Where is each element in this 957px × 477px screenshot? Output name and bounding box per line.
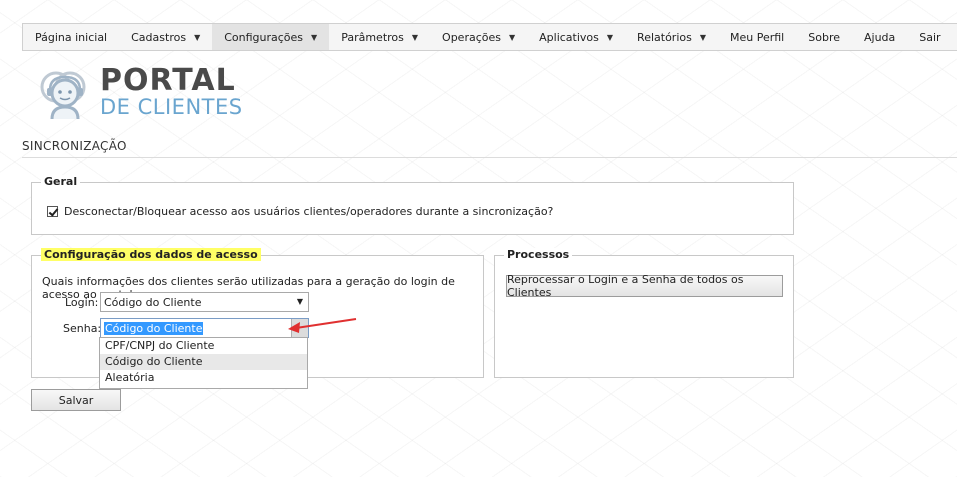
reprocess-button[interactable]: Reprocessar o Login e a Senha de todos o… [506, 273, 783, 299]
senha-select-value: Código do Cliente [104, 321, 204, 335]
senha-option-cpf[interactable]: CPF/CNPJ do Cliente [100, 338, 307, 354]
nav-item-parametros[interactable]: Parâmetros ▼ [329, 24, 430, 50]
nav-item-pagina-inicial[interactable]: Página inicial [23, 24, 119, 50]
login-select[interactable]: Código do Cliente ▼ [100, 292, 309, 312]
logo-text-portal: PORTAL [100, 63, 236, 98]
save-button[interactable]: Salvar [31, 389, 121, 411]
nav-item-cadastros[interactable]: Cadastros ▼ [119, 24, 212, 50]
page-title: SINCRONIZAÇÃO [22, 139, 127, 153]
nav-item-label: Aplicativos [539, 30, 599, 44]
processos-fieldset: Processos Reprocessar o Login e a Senha … [494, 248, 794, 378]
caret-down-icon: ▼ [508, 32, 516, 42]
nav-item-label: Configurações [224, 30, 304, 44]
nav-item-label: Meu Perfil [730, 30, 785, 44]
nav-item-ajuda[interactable]: Ajuda [852, 24, 907, 50]
top-nav: Página inicial Cadastros ▼ Configurações ▼ Pa… [22, 23, 957, 51]
geral-fieldset: Geral Desconectar/Bloquear acesso aos us… [31, 175, 794, 235]
nav-item-sobre[interactable]: Sobre [796, 24, 852, 50]
geral-legend: Geral [41, 175, 81, 188]
nav-item-operacoes[interactable]: Operações ▼ [430, 24, 527, 50]
caret-down-icon: ▼ [194, 32, 201, 42]
chevron-down-icon: ▼ [296, 297, 303, 306]
processos-legend: Processos [504, 248, 573, 261]
nav-item-label: Sair [919, 30, 941, 44]
disconnect-checkbox[interactable] [47, 206, 58, 217]
login-select-value: Código do Cliente [104, 295, 202, 309]
nav-item-configuracoes[interactable]: Configurações ▼ [212, 24, 330, 50]
nav-item-label: Relatórios [637, 30, 692, 44]
caret-down-icon: ▼ [699, 32, 706, 42]
disconnect-option[interactable]: Desconectar/Bloquear acesso aos usuários… [47, 205, 553, 218]
caret-down-icon: ▼ [411, 32, 419, 42]
annotation-arrow-icon [288, 318, 357, 333]
login-label: Login: [65, 296, 99, 309]
user-headset-icon [40, 71, 86, 120]
nav-item-label: Operações [442, 30, 501, 44]
senha-option-aleatoria[interactable]: Aleatória [100, 370, 307, 386]
senha-dropdown-list: CPF/CNPJ do Cliente Código do Cliente Al… [99, 337, 308, 389]
nav-item-troca[interactable]: Troca [953, 24, 957, 50]
nav-item-label: Sobre [808, 30, 840, 44]
nav-item-label: Página inicial [35, 30, 108, 44]
nav-item-aplicativos[interactable]: Aplicativos ▼ [527, 24, 625, 50]
nav-item-relatorios[interactable]: Relatórios ▼ [625, 24, 718, 50]
disconnect-checkbox-label: Desconectar/Bloquear acesso aos usuários… [64, 205, 554, 218]
logo-text-clientes: DE CLIENTES [100, 95, 243, 119]
nav-item-sair[interactable]: Sair [907, 24, 952, 50]
caret-down-icon: ▼ [606, 32, 614, 42]
senha-select[interactable]: Código do Cliente [100, 318, 309, 338]
nav-item-label: Parâmetros [341, 30, 404, 44]
senha-label: Senha: [63, 322, 102, 335]
nav-item-label: Ajuda [864, 30, 896, 44]
nav-item-meu-perfil[interactable]: Meu Perfil [718, 24, 796, 50]
nav-item-label: Cadastros [131, 30, 187, 44]
title-divider [22, 157, 957, 158]
caret-down-icon: ▼ [311, 32, 318, 42]
portal-logo: PORTAL DE CLIENTES [34, 63, 244, 123]
senha-option-codigo[interactable]: Código do Cliente [100, 354, 307, 370]
access-config-legend: Configuração dos dados de acesso [41, 248, 261, 261]
